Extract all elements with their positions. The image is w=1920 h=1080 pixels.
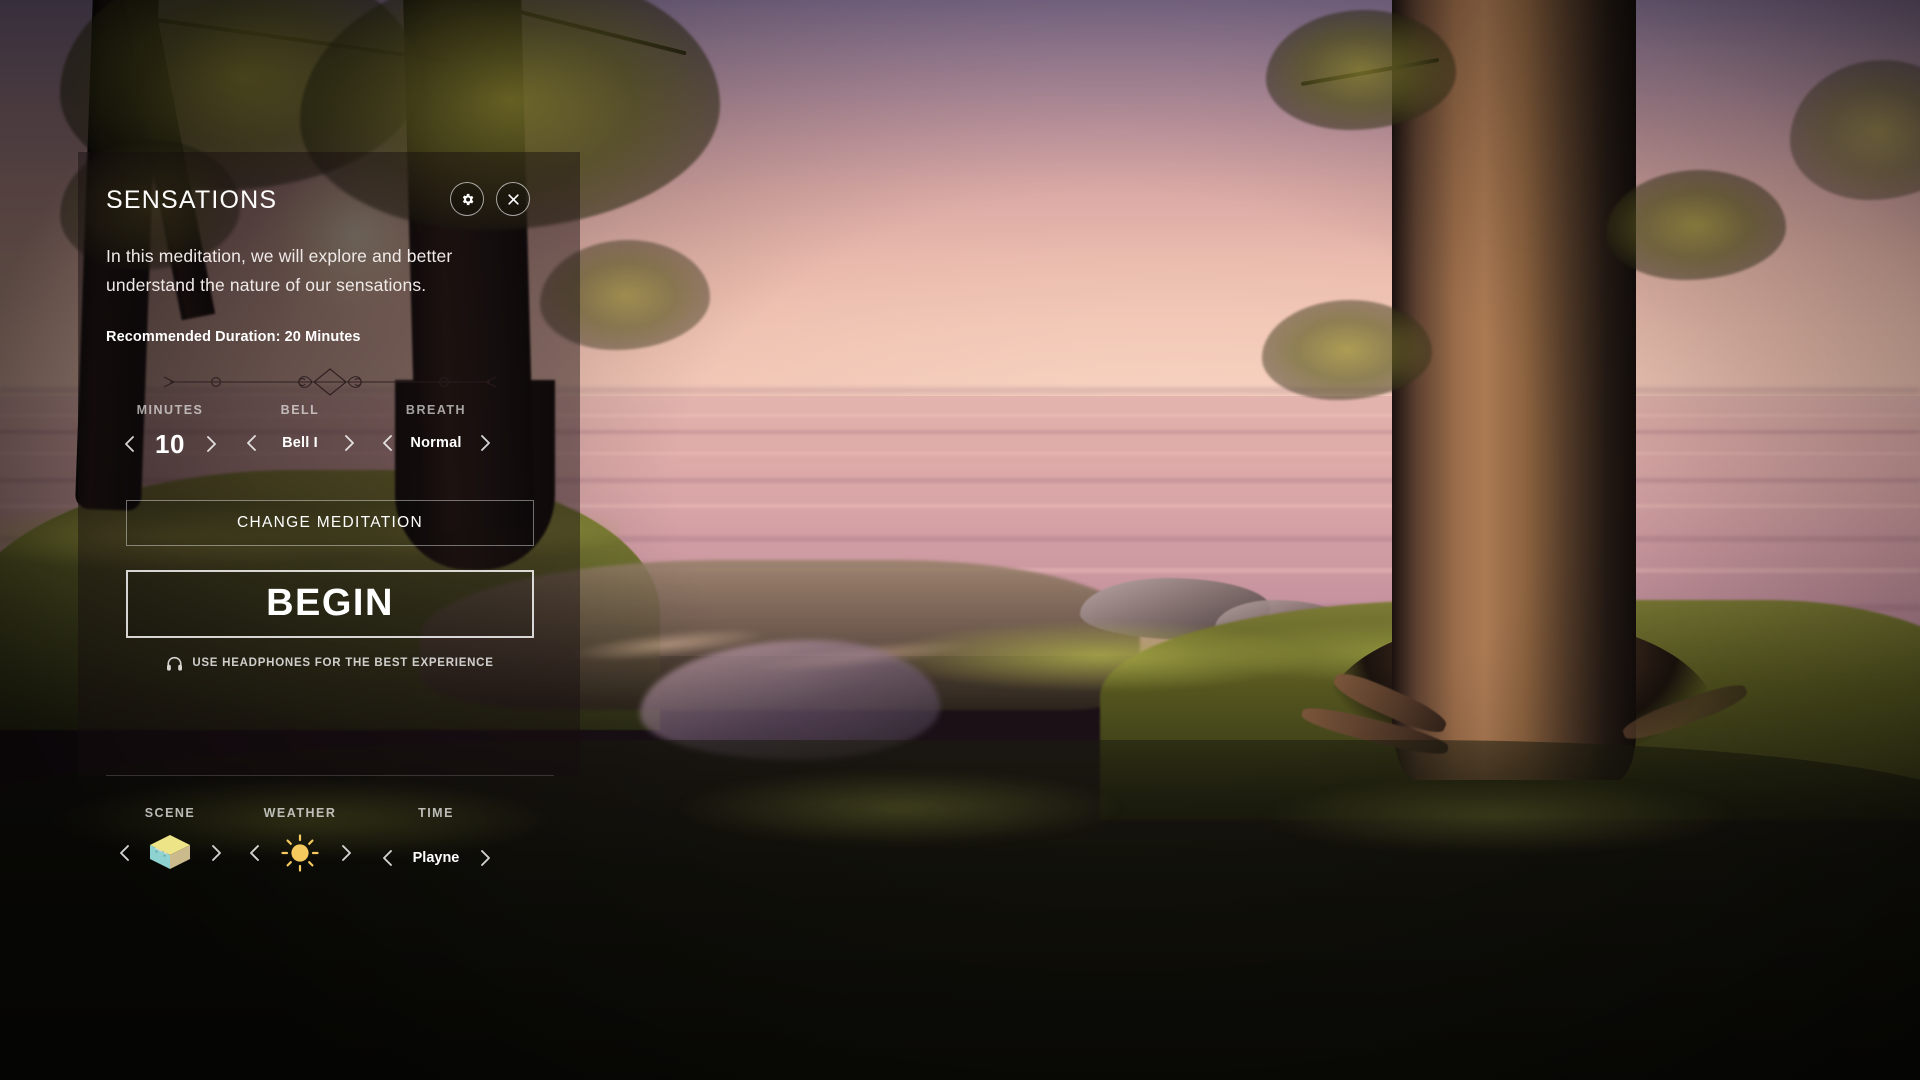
meditation-settings-row: MINUTES 10 BELL Bell I bbox=[106, 403, 554, 460]
bell-value: Bell I bbox=[269, 435, 331, 451]
begin-button[interactable]: BEGIN bbox=[126, 570, 534, 638]
bell-next-button[interactable] bbox=[337, 429, 361, 457]
meditation-panel: SENSATIONS In this meditation, we will e… bbox=[78, 152, 580, 776]
close-button[interactable] bbox=[496, 182, 530, 216]
env-scene-label: SCENE bbox=[145, 806, 196, 820]
time-next-button[interactable] bbox=[473, 844, 497, 872]
env-weather: WEATHER bbox=[234, 806, 366, 876]
bell-prev-button[interactable] bbox=[239, 429, 263, 457]
sun-icon bbox=[272, 830, 328, 876]
panel-header-buttons bbox=[450, 182, 530, 216]
weather-prev-button[interactable] bbox=[242, 839, 266, 867]
stepper-bell: BELL Bell I bbox=[234, 403, 366, 457]
headphones-notice: USE HEADPHONES FOR THE BEST EXPERIENCE bbox=[106, 656, 554, 671]
isometric-cube-icon bbox=[142, 830, 198, 876]
minutes-next-button[interactable] bbox=[199, 430, 223, 458]
stepper-minutes: MINUTES 10 bbox=[106, 403, 234, 460]
panel-divider bbox=[106, 775, 554, 776]
change-meditation-button[interactable]: CHANGE MEDITATION bbox=[126, 500, 534, 546]
stepper-bell-label: BELL bbox=[281, 403, 320, 417]
env-time-label: TIME bbox=[418, 806, 454, 820]
env-time: TIME Playne bbox=[366, 806, 506, 872]
env-scene: SCENE bbox=[106, 806, 234, 876]
stepper-breath-label: BREATH bbox=[406, 403, 466, 417]
stepper-minutes-label: MINUTES bbox=[137, 403, 204, 417]
meditation-description: In this meditation, we will explore and … bbox=[106, 242, 546, 301]
minutes-prev-button[interactable] bbox=[117, 430, 141, 458]
breath-prev-button[interactable] bbox=[375, 429, 399, 457]
environment-settings-row: SCENE WEATHER bbox=[78, 806, 580, 876]
recommended-duration: Recommended Duration: 20 Minutes bbox=[106, 329, 554, 345]
settings-button[interactable] bbox=[450, 182, 484, 216]
minutes-value: 10 bbox=[147, 429, 193, 460]
time-prev-button[interactable] bbox=[375, 844, 399, 872]
time-value: Playne bbox=[405, 850, 467, 866]
scene-next-button[interactable] bbox=[204, 839, 228, 867]
headphones-icon bbox=[166, 656, 183, 671]
scene-prev-button[interactable] bbox=[112, 839, 136, 867]
breath-next-button[interactable] bbox=[473, 429, 497, 457]
stepper-breath: BREATH Normal bbox=[366, 403, 506, 457]
ornamental-divider bbox=[106, 365, 554, 399]
close-icon bbox=[507, 193, 520, 206]
headphones-notice-label: USE HEADPHONES FOR THE BEST EXPERIENCE bbox=[192, 657, 493, 669]
big-tree-trunk bbox=[1392, 0, 1636, 780]
env-weather-label: WEATHER bbox=[264, 806, 337, 820]
breath-value: Normal bbox=[405, 435, 467, 451]
gear-icon bbox=[460, 192, 475, 207]
weather-next-button[interactable] bbox=[334, 839, 358, 867]
